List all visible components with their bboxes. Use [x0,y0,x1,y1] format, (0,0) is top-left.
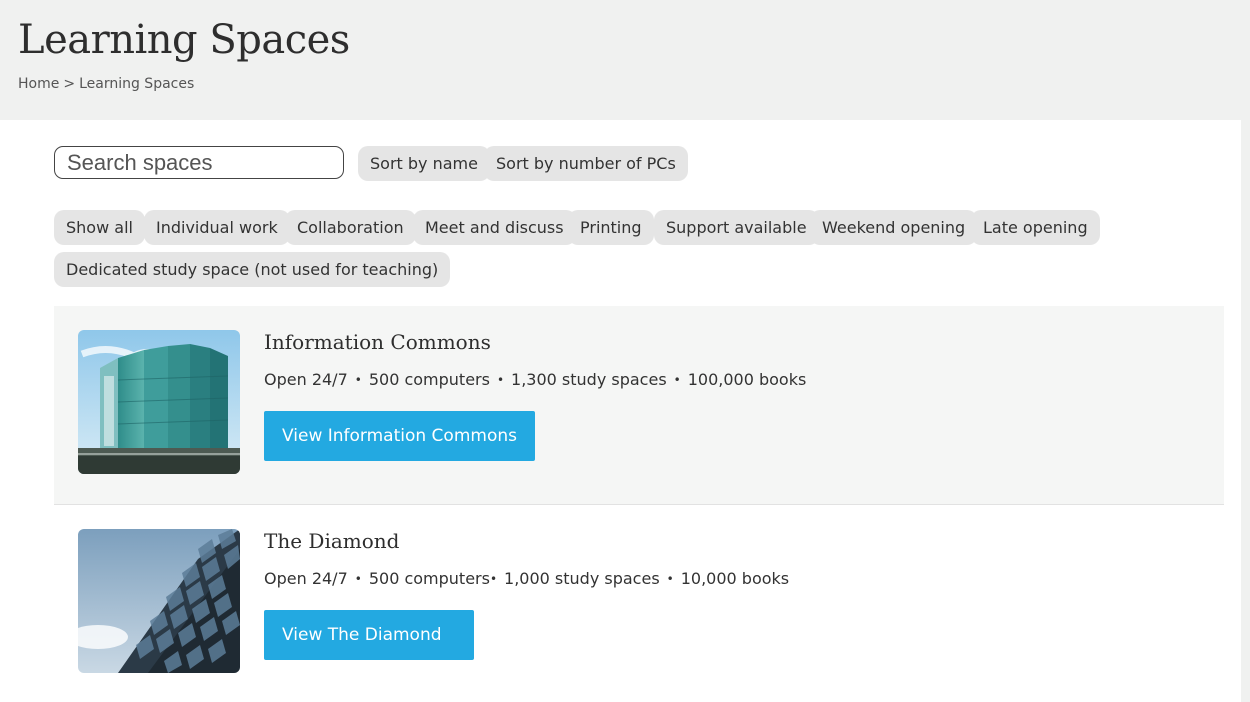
filter-meet-and-discuss[interactable]: Meet and discuss [413,210,576,245]
filter-dedicated-study-space[interactable]: Dedicated study space (not used for teac… [54,252,451,287]
breadcrumb-home-link[interactable]: Home [18,76,59,92]
breadcrumb: Home > Learning Spaces [18,76,194,92]
filter-support-available[interactable]: Support available [654,210,819,245]
book-count: 10,000 books [680,569,790,588]
space-card: Information Commons Open 24/7 • 500 comput… [54,306,1224,504]
meta-separator: • [673,373,681,387]
view-space-button[interactable]: View Information Commons [264,411,535,461]
space-card: The Diamond Open 24/7 • 500 computers• 1,00… [54,505,1224,702]
sort-by-pcs-button[interactable]: Sort by number of PCs [484,146,688,181]
filter-collaboration[interactable]: Collaboration [285,210,416,245]
space-meta: Open 24/7 • 500 computers • 1,300 study spac… [264,370,806,389]
opening-hours: Open 24/7 [264,370,348,389]
study-space-count: 1,000 study spaces [504,569,660,588]
filter-show-all[interactable]: Show all [54,210,145,245]
filter-individual-work[interactable]: Individual work [144,210,290,245]
study-space-count: 1,300 study spaces [511,370,667,389]
computer-count: 500 computers [368,370,490,389]
filter-late-opening[interactable]: Late opening [971,210,1100,245]
filter-printing[interactable]: Printing [568,210,654,245]
computer-count: 500 computers [368,569,490,588]
page-header: Learning Spaces Home > Learning Spaces [0,0,1250,120]
meta-separator: • [354,572,362,586]
main-content: Sort by name Sort by number of PCs Show … [0,120,1241,702]
space-title: Information Commons [264,330,491,354]
meta-separator: • [496,373,505,387]
information-commons-photo [78,330,240,474]
view-space-button[interactable]: View The Diamond [264,610,474,660]
meta-separator: • [666,572,674,586]
breadcrumb-separator: > [63,76,76,92]
page-title: Learning Spaces [18,17,350,63]
opening-hours: Open 24/7 [264,569,348,588]
the-diamond-photo [78,529,240,673]
filter-weekend-opening[interactable]: Weekend opening [810,210,978,245]
search-input[interactable] [54,146,344,179]
meta-separator: • [354,373,362,387]
meta-separator: • [489,572,498,586]
breadcrumb-current: Learning Spaces [79,76,195,92]
sort-by-name-button[interactable]: Sort by name [358,146,490,181]
space-meta: Open 24/7 • 500 computers• 1,000 study spac… [264,569,789,588]
space-title: The Diamond [264,529,400,553]
book-count: 100,000 books [687,370,807,389]
